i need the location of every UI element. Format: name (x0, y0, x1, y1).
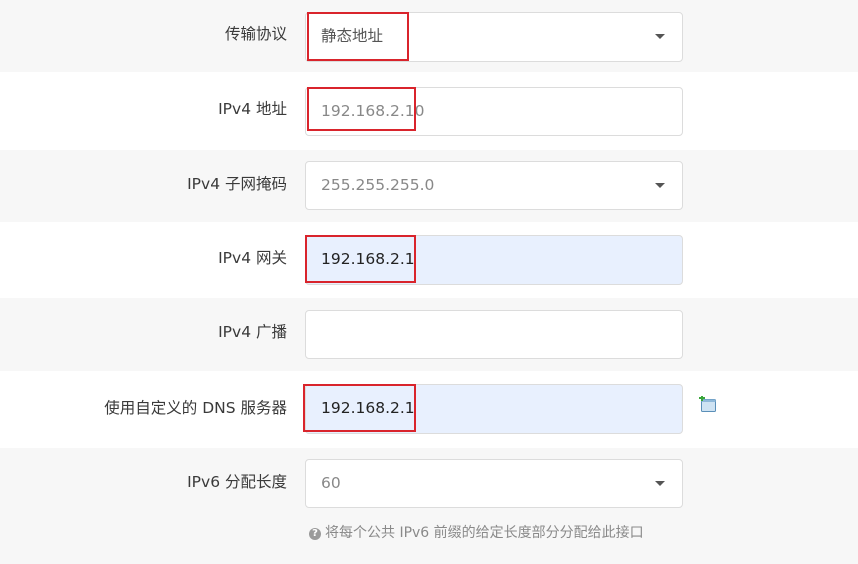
protocol-value: 静态地址 (321, 27, 384, 45)
ipv4-broadcast-input[interactable] (305, 310, 683, 359)
ipv4-gateway-row: IPv4 网关 192.168.2.1 (0, 222, 858, 298)
ipv4-address-label: IPv4 地址 (218, 100, 287, 118)
custom-dns-value: 192.168.2.1 (321, 399, 415, 417)
protocol-select[interactable]: 静态地址 (305, 12, 683, 62)
ipv6-prefix-select[interactable]: 60 (305, 459, 683, 508)
custom-dns-label: 使用自定义的 DNS 服务器 (104, 399, 287, 417)
ipv4-gateway-input[interactable]: 192.168.2.1 (305, 235, 683, 285)
question-circle-icon: ? (309, 528, 321, 540)
chevron-down-icon (655, 34, 665, 39)
ipv4-netmask-row: IPv4 子网掩码 255.255.255.0 (0, 150, 858, 222)
ipv4-broadcast-label: IPv4 广播 (218, 323, 287, 341)
ipv6-prefix-value: 60 (321, 474, 341, 492)
chevron-down-icon (655, 481, 665, 486)
ipv4-address-row: IPv4 地址 192.168.2.10 (0, 72, 858, 150)
ipv4-gateway-value: 192.168.2.1 (321, 250, 415, 268)
ipv4-gateway-label: IPv4 网关 (218, 249, 287, 267)
add-entry-icon[interactable] (699, 396, 717, 413)
ipv4-address-input[interactable]: 192.168.2.10 (305, 87, 683, 136)
ipv4-broadcast-row: IPv4 广播 (0, 298, 858, 371)
ipv6-prefix-label: IPv6 分配长度 (187, 473, 287, 491)
hint-text: 将每个公共 IPv6 前缀的给定长度部分分配给此接口 (325, 525, 644, 541)
ipv4-netmask-select[interactable]: 255.255.255.0 (305, 161, 683, 210)
ipv4-netmask-value: 255.255.255.0 (321, 176, 435, 194)
custom-dns-row: 使用自定义的 DNS 服务器 192.168.2.1 (0, 371, 858, 448)
chevron-down-icon (655, 183, 665, 188)
ipv6-prefix-row: IPv6 分配长度 60 (0, 448, 858, 564)
ipv4-address-value: 192.168.2.10 (321, 102, 425, 120)
ipv6-prefix-hint: ? 将每个公共 IPv6 前缀的给定长度部分分配给此接口 (309, 522, 644, 542)
custom-dns-input[interactable]: 192.168.2.1 (305, 384, 683, 434)
protocol-label: 传输协议 (224, 25, 287, 43)
protocol-row: 传输协议 静态地址 (0, 0, 858, 72)
interface-settings-form: 传输协议 静态地址 IPv4 地址 192.168.2.10 IPv4 子网掩码… (0, 0, 858, 564)
ipv4-netmask-label: IPv4 子网掩码 (187, 175, 287, 193)
